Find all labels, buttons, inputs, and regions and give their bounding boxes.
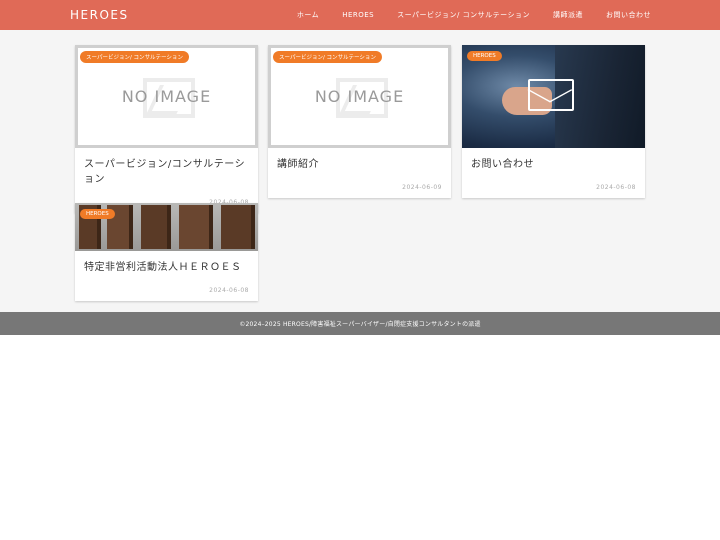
post-title[interactable]: 講師紹介 <box>268 148 451 170</box>
no-image-text: NO IMAGE <box>314 87 405 106</box>
post-date: 2024-06-08 <box>596 184 636 191</box>
post-thumbnail: スーパービジョン/ コンサルテーション NO IMAGE <box>75 45 258 148</box>
post-title[interactable]: スーパービジョン/コンサルテーション <box>75 148 258 185</box>
site-header: HEROES ホーム HEROES スーパービジョン/ コンサルテーション 講師… <box>0 0 720 30</box>
post-list: スーパービジョン/ コンサルテーション NO IMAGE スーパービジョン/コン… <box>0 30 720 312</box>
post-title[interactable]: お問い合わせ <box>462 148 645 170</box>
nav-item-supervision[interactable]: スーパービジョン/ コンサルテーション <box>397 10 530 20</box>
site-footer: ©2024–2025 HEROES/障害福祉スーパーバイザー/自閉症支援コンサル… <box>0 312 720 335</box>
wooden-letter-shape <box>179 205 213 249</box>
no-image-text: NO IMAGE <box>121 87 212 106</box>
nav-item-heroes[interactable]: HEROES <box>342 11 374 19</box>
post-date: 2024-06-08 <box>209 287 249 294</box>
category-badge: スーパービジョン/ コンサルテーション <box>273 51 382 63</box>
post-thumbnail: HEROES <box>462 45 645 148</box>
wooden-letter-shape <box>141 205 171 249</box>
post-card[interactable]: HEROES お問い合わせ 2024-06-08 <box>462 45 645 198</box>
post-card[interactable]: スーパービジョン/ コンサルテーション NO IMAGE 講師紹介 2024-0… <box>268 45 451 198</box>
post-date: 2024-06-09 <box>402 184 442 191</box>
category-badge: HEROES <box>467 51 502 61</box>
nav-item-lecturer[interactable]: 講師派遣 <box>553 10 583 20</box>
nav-item-contact[interactable]: お問い合わせ <box>606 10 651 20</box>
post-thumbnail: スーパービジョン/ コンサルテーション NO IMAGE <box>268 45 451 148</box>
site-logo[interactable]: HEROES <box>70 8 129 22</box>
nav-item-home[interactable]: ホーム <box>297 10 319 20</box>
copyright-text: ©2024–2025 HEROES/障害福祉スーパーバイザー/自閉症支援コンサル… <box>239 321 481 328</box>
post-title[interactable]: 特定非営利活動法人ＨＥＲＯＥＳ <box>75 251 258 273</box>
envelope-icon <box>528 79 574 111</box>
main-nav: ホーム HEROES スーパービジョン/ コンサルテーション 講師派遣 お問い合… <box>297 0 651 30</box>
wooden-letter-shape <box>221 205 255 249</box>
post-card[interactable]: スーパービジョン/ コンサルテーション NO IMAGE スーパービジョン/コン… <box>75 45 258 213</box>
category-badge: HEROES <box>80 209 115 219</box>
post-thumbnail: HEROES <box>75 203 258 251</box>
category-badge: スーパービジョン/ コンサルテーション <box>80 51 189 63</box>
post-card[interactable]: HEROES 特定非営利活動法人ＨＥＲＯＥＳ 2024-06-08 <box>75 203 258 301</box>
